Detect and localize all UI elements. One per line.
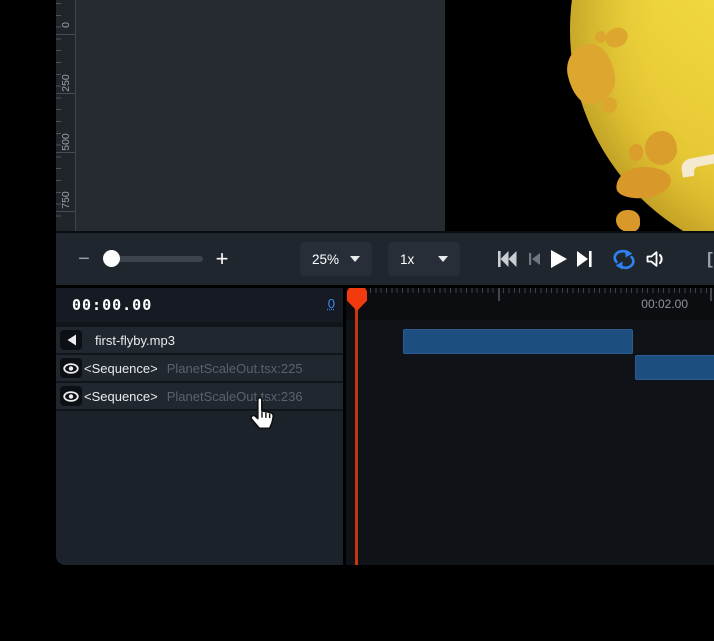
canvas-background: [76, 0, 445, 231]
track-name: <Sequence>: [84, 389, 158, 404]
timeline-canvas[interactable]: 00:02.00: [346, 288, 714, 565]
ruler-label-750: 750: [60, 187, 72, 213]
timeline-time-label: 00:02.00: [641, 297, 688, 311]
crater: [645, 131, 677, 165]
timeline-track-panel: 00:00.00 0 first-flyby.mp3: [56, 288, 343, 565]
timeline-major-tick: [710, 288, 712, 301]
frame-indicator-link[interactable]: 0: [328, 296, 335, 311]
playback-rate-value: 1x: [400, 252, 414, 267]
next-frame-button[interactable]: [577, 250, 593, 268]
track-row-sequence-225[interactable]: <Sequence> PlanetScaleOut.tsx:225: [56, 355, 343, 381]
preview-area: 0 250 500 750: [56, 0, 714, 231]
play-icon: [550, 250, 567, 268]
loop-toggle-button[interactable]: [612, 248, 636, 270]
in-marker-button[interactable]: [: [700, 247, 714, 271]
zoom-slider[interactable]: [105, 256, 203, 262]
track-source: PlanetScaleOut.tsx:236: [167, 389, 303, 404]
zoom-slider-knob[interactable]: [103, 250, 120, 267]
zoom-out-button[interactable]: −: [70, 247, 98, 271]
ruler-label-250: 250: [60, 70, 72, 96]
track-source: PlanetScaleOut.tsx:225: [167, 361, 303, 376]
ruler-label-500: 500: [60, 129, 72, 155]
timeline-area: 00:00.00 0 first-flyby.mp3: [56, 288, 714, 565]
vertical-ruler: 0 250 500 750: [56, 0, 76, 231]
video-viewport: [445, 0, 714, 231]
mute-toggle[interactable]: [60, 330, 82, 350]
zoom-level-dropdown[interactable]: 25%: [300, 242, 372, 276]
zoom-level-value: 25%: [312, 252, 339, 267]
chevron-down-icon: [350, 256, 360, 262]
previous-frame-button[interactable]: [528, 252, 541, 266]
play-button[interactable]: [550, 250, 567, 268]
timeline-minor-ticks: [354, 288, 712, 293]
ruler-label-0: 0: [60, 12, 72, 38]
visibility-toggle[interactable]: [60, 386, 82, 406]
speaker-icon: [66, 334, 77, 346]
next-frame-icon: [577, 250, 593, 268]
timeline-major-tick: [498, 288, 500, 301]
zoom-in-button[interactable]: +: [208, 245, 236, 273]
playhead-line: [355, 292, 358, 565]
playback-toolbar: − + 25% 1x: [56, 231, 714, 285]
skip-to-start-button[interactable]: [497, 250, 517, 268]
eye-icon: [63, 391, 79, 402]
visibility-toggle[interactable]: [60, 358, 82, 378]
track-name: first-flyby.mp3: [95, 333, 175, 348]
current-timecode: 00:00.00: [72, 296, 152, 314]
timeline-header: 00:00.00 0: [56, 288, 343, 322]
previous-frame-icon: [528, 252, 541, 266]
playback-rate-dropdown[interactable]: 1x: [388, 242, 460, 276]
loop-icon: [612, 249, 636, 270]
volume-button[interactable]: [645, 249, 668, 269]
planet-highlight-shape: [679, 146, 714, 180]
track-name: <Sequence>: [84, 361, 158, 376]
remotion-studio-window: 0 250 500 750 − + 25%: [0, 0, 714, 641]
eye-icon: [63, 363, 79, 374]
timeline-clip-sequence-225[interactable]: [635, 355, 714, 380]
chevron-down-icon: [438, 256, 448, 262]
track-row-audio[interactable]: first-flyby.mp3: [56, 327, 343, 353]
timeline-clip-audio[interactable]: [403, 329, 633, 354]
crater: [616, 210, 640, 231]
volume-icon: [645, 249, 668, 269]
skip-to-start-icon: [497, 250, 517, 268]
track-row-sequence-236[interactable]: <Sequence> PlanetScaleOut.tsx:236: [56, 383, 343, 409]
